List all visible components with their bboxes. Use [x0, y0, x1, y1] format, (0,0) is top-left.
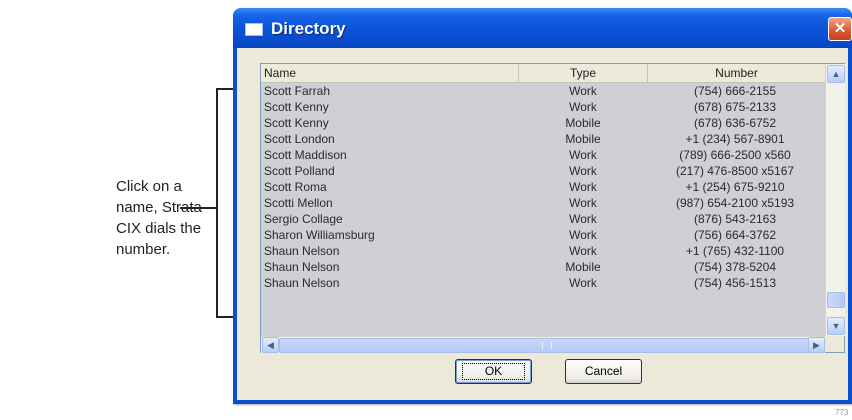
- title-bar[interactable]: Directory ✕: [233, 8, 852, 48]
- cancel-button[interactable]: Cancel: [565, 359, 642, 384]
- column-header-name[interactable]: Name: [261, 64, 519, 82]
- column-header-type[interactable]: Type: [519, 64, 648, 82]
- table-row[interactable]: Scott Kenny Work (678) 675-2133: [261, 99, 825, 115]
- scroll-down-button[interactable]: ▼: [827, 317, 845, 335]
- scroll-right-button[interactable]: ▶: [808, 337, 825, 353]
- ok-button[interactable]: OK: [455, 359, 532, 384]
- scroll-left-button[interactable]: ◀: [262, 337, 279, 353]
- directory-list[interactable]: Name Type Number Scott Farrah Work (754) 6…: [260, 63, 845, 353]
- table-row[interactable]: Scott Roma Work +1 (254) 675-9210: [261, 179, 825, 195]
- horizontal-scroll-thumb[interactable]: [279, 338, 811, 353]
- window-title: Directory: [271, 19, 346, 38]
- horizontal-scrollbar[interactable]: ◀ ▶: [261, 336, 825, 353]
- table-row[interactable]: Shaun Nelson Mobile (754) 378-5204: [261, 259, 825, 275]
- callout-bracket: [216, 88, 218, 317]
- scroll-up-button[interactable]: ▲: [827, 65, 845, 83]
- scrollbar-corner: [825, 336, 844, 352]
- table-row[interactable]: Shaun Nelson Work (754) 456-1513: [261, 275, 825, 291]
- vertical-scrollbar[interactable]: ▲ ▼: [825, 64, 845, 336]
- table-row[interactable]: Scott Farrah Work (754) 666-2155: [261, 83, 825, 99]
- table-row[interactable]: Scott London Mobile +1 (234) 567-8901: [261, 131, 825, 147]
- table-row[interactable]: Scotti Mellon Work (987) 654-2100 x5193: [261, 195, 825, 211]
- callout-leader-line: [180, 207, 216, 209]
- table-row[interactable]: Shaun Nelson Work +1 (765) 432-1100: [261, 243, 825, 259]
- table-row[interactable]: Scott Maddison Work (789) 666-2500 x560: [261, 147, 825, 163]
- chevron-left-icon: ◀: [267, 340, 274, 350]
- close-icon: ✕: [833, 20, 847, 37]
- figure-number: 773: [835, 408, 849, 417]
- list-rows: Scott Farrah Work (754) 666-2155 Scott Ken…: [261, 83, 825, 336]
- table-row[interactable]: Sergio Collage Work (876) 543-2163: [261, 211, 825, 227]
- vertical-scroll-thumb[interactable]: [827, 292, 845, 308]
- table-row[interactable]: Scott Kenny Mobile (678) 636-6752: [261, 115, 825, 131]
- list-header: Name Type Number: [261, 64, 825, 83]
- callout-text: Click on a name, Strata CIX dials the nu…: [116, 178, 202, 258]
- table-row[interactable]: Scott Polland Work (217) 476-8500 x5167: [261, 163, 825, 179]
- table-row[interactable]: Sharon Williamsburg Work (756) 664-3762: [261, 227, 825, 243]
- dialog-body: Name Type Number Scott Farrah Work (754) 6…: [237, 48, 848, 400]
- chevron-up-icon: ▲: [831, 69, 841, 79]
- close-button[interactable]: ✕: [828, 17, 852, 41]
- chevron-down-icon: ▼: [831, 321, 841, 331]
- window-icon: [245, 23, 263, 36]
- chevron-right-icon: ▶: [813, 340, 820, 350]
- scroll-grip-icon: [542, 342, 552, 349]
- column-header-number[interactable]: Number: [648, 64, 825, 82]
- directory-window: Directory ✕ Name Type Number Scott Farra…: [233, 8, 852, 404]
